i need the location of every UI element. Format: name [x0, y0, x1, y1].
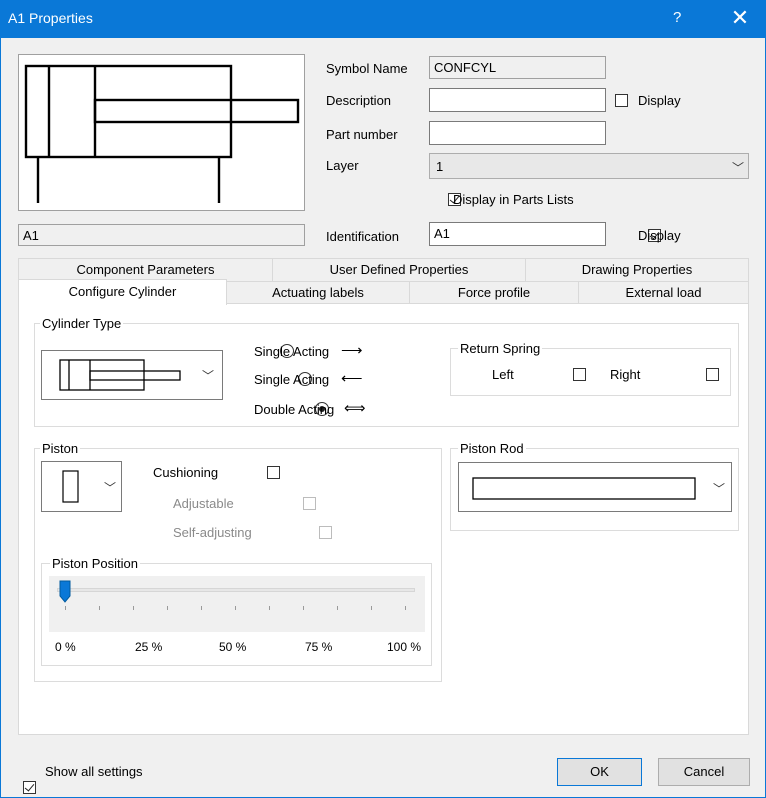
- return-spring-right-label: Right: [610, 367, 641, 382]
- display-in-parts-lists-label: Display in Parts Lists: [453, 192, 574, 207]
- tab-drawing-properties[interactable]: Drawing Properties: [525, 258, 749, 282]
- cylinder-type-title: Cylinder Type: [40, 316, 124, 331]
- help-icon[interactable]: ?: [673, 9, 681, 26]
- slider-tick: [167, 606, 168, 610]
- show-all-settings-checkbox[interactable]: [23, 781, 36, 794]
- slider-tick: [65, 606, 66, 610]
- window-title: A1 Properties: [8, 10, 93, 26]
- part-number-label: Part number: [326, 127, 398, 142]
- slider-tick-label: 75 %: [305, 640, 333, 654]
- piston-position-title: Piston Position: [50, 556, 140, 571]
- slider-tick: [201, 606, 202, 610]
- piston-rod-select[interactable]: ﹀: [458, 462, 732, 512]
- close-icon[interactable]: ✕: [720, 4, 760, 34]
- self-adjusting-checkbox[interactable]: [319, 526, 333, 539]
- identification-input[interactable]: A1: [429, 222, 606, 246]
- adjustable-label: Adjustable: [173, 496, 234, 511]
- slider-tick-label: 0 %: [55, 640, 76, 654]
- slider-tick: [133, 606, 134, 610]
- layer-value: 1: [436, 159, 444, 174]
- tab-actuating-labels[interactable]: Actuating labels: [226, 281, 410, 304]
- slider-tick-label: 25 %: [135, 640, 163, 654]
- chevron-down-icon: ﹀: [202, 369, 215, 383]
- tab-user-defined-properties[interactable]: User Defined Properties: [272, 258, 526, 282]
- part-number-input[interactable]: [429, 121, 606, 145]
- symbol-name-label: Symbol Name: [326, 61, 408, 76]
- preview-caption: A1: [18, 224, 305, 246]
- single-acting-push-label: Single Acting: [254, 344, 330, 359]
- piston-title: Piston: [40, 441, 81, 456]
- double-arrow-icon: ⟺: [344, 400, 366, 417]
- slider-tick: [269, 606, 270, 610]
- return-spring-title: Return Spring: [458, 341, 543, 356]
- piston-icon: [62, 470, 79, 503]
- piston-select[interactable]: ﹀: [41, 461, 122, 512]
- tab-force-profile[interactable]: Force profile: [409, 281, 579, 304]
- cylinder-symbol-graphic: [24, 64, 300, 203]
- piston-rod-icon: [472, 477, 696, 500]
- chevron-down-icon: ﹀: [713, 482, 726, 496]
- layer-select[interactable]: 1 ﹀: [429, 153, 749, 179]
- single-acting-pull-label: Single Acting: [254, 372, 330, 387]
- description-label: Description: [326, 93, 392, 108]
- layer-label: Layer: [326, 158, 359, 173]
- description-display-label: Display: [638, 93, 681, 108]
- return-spring-left-label: Left: [492, 367, 514, 382]
- chevron-down-icon: ﹀: [104, 481, 117, 495]
- tab-external-load[interactable]: External load: [578, 281, 749, 304]
- title-bar: A1 Properties ? ✕: [0, 0, 766, 38]
- piston-rod-title: Piston Rod: [458, 441, 526, 456]
- cylinder-type-select[interactable]: ﹀: [41, 350, 223, 400]
- return-spring-left-checkbox[interactable]: [572, 368, 586, 381]
- description-input[interactable]: [429, 88, 606, 112]
- identification-label: Identification: [326, 229, 399, 244]
- slider-tick: [371, 606, 372, 610]
- show-all-settings-label: Show all settings: [45, 764, 143, 779]
- right-arrow-icon: ⟶: [341, 342, 363, 359]
- left-arrow-icon: ⟵: [341, 370, 363, 387]
- ok-button[interactable]: OK: [557, 758, 642, 786]
- slider-tick-label: 100 %: [387, 640, 422, 654]
- piston-position-slider[interactable]: [49, 576, 425, 632]
- cancel-button[interactable]: Cancel: [658, 758, 750, 786]
- self-adjusting-label: Self-adjusting: [173, 525, 252, 540]
- adjustable-checkbox[interactable]: [302, 497, 316, 510]
- slider-tick-label: 50 %: [219, 640, 247, 654]
- symbol-preview: [18, 54, 305, 211]
- slider-tick: [99, 606, 100, 610]
- cushioning-label: Cushioning: [153, 465, 219, 480]
- return-spring-right-checkbox[interactable]: [706, 368, 720, 381]
- slider-tick: [405, 606, 406, 610]
- slider-thumb[interactable]: [59, 580, 71, 604]
- slider-track: [57, 588, 415, 592]
- description-display-checkbox[interactable]: [615, 94, 628, 107]
- symbol-name-field: CONFCYL: [429, 56, 606, 79]
- cushioning-checkbox[interactable]: [267, 466, 280, 479]
- slider-tick: [235, 606, 236, 610]
- slider-tick: [337, 606, 338, 610]
- tab-configure-cylinder[interactable]: Configure Cylinder: [18, 279, 227, 305]
- slider-tick: [303, 606, 304, 610]
- chevron-down-icon: ﹀: [732, 161, 745, 175]
- cylinder-type-icon: [59, 359, 181, 391]
- identification-display-label: Display: [638, 228, 681, 243]
- double-acting-label: Double Acting: [254, 402, 335, 417]
